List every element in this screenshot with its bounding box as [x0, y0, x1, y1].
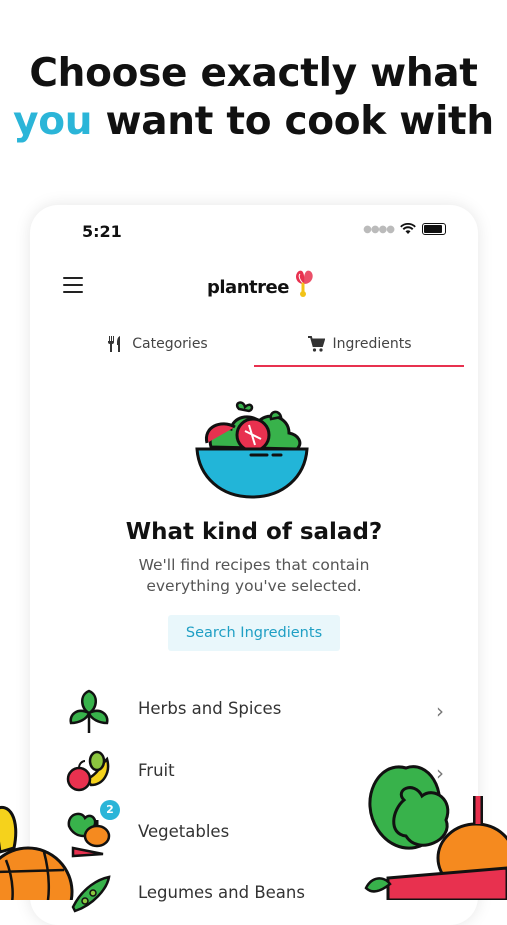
headline-line-2-rest: want to cook with [92, 99, 495, 144]
headline-accent-word: you [13, 99, 93, 144]
fruit-icon [66, 750, 110, 792]
decorative-vegetables-illustration [364, 765, 507, 900]
tab-ingredients[interactable]: Ingredients [254, 323, 464, 365]
tab-categories-label: Categories [132, 336, 208, 352]
headline-line-1: Choose exactly what [29, 51, 478, 96]
category-label: Fruit [138, 761, 175, 780]
active-tab-indicator [254, 365, 464, 367]
decorative-fruit-illustration [0, 806, 74, 900]
empty-state-subtitle: We'll find recipes that contain everythi… [138, 556, 370, 595]
fork-knife-icon [108, 336, 121, 352]
search-ingredients-button[interactable]: Search Ingredients [168, 615, 340, 651]
tab-ingredients-label: Ingredients [332, 336, 412, 352]
wifi-icon [400, 223, 416, 234]
tab-bar: Categories Ingredients [30, 323, 478, 367]
signal-icon: ●●●● [363, 223, 395, 235]
herbs-icon [69, 689, 109, 733]
empty-state-title: What kind of salad? [125, 519, 383, 545]
selection-count-badge: 2 [100, 800, 120, 820]
logo-text: plantree [207, 277, 289, 298]
battery-icon [422, 223, 446, 235]
chevron-right-icon: › [436, 699, 444, 723]
category-label: Vegetables [138, 822, 230, 841]
category-label: Herbs and Spices [138, 699, 282, 718]
headline-line-2: you want to cook with [0, 98, 507, 146]
salad-bowl-icon [195, 401, 309, 499]
status-time: 5:21 [82, 222, 122, 241]
status-indicators: ●●●● [363, 223, 446, 235]
tab-categories[interactable]: Categories [60, 323, 254, 365]
hamburger-menu-icon[interactable] [63, 277, 83, 298]
cart-icon [307, 336, 325, 352]
marketing-headline: Choose exactly what you want to cook wit… [0, 50, 507, 146]
app-logo: plantree [207, 268, 317, 298]
category-label: Legumes and Beans [138, 883, 305, 902]
category-item-herbs-and-spices[interactable]: Herbs and Spices › [30, 683, 478, 739]
logo-leaf-icon [295, 270, 313, 297]
